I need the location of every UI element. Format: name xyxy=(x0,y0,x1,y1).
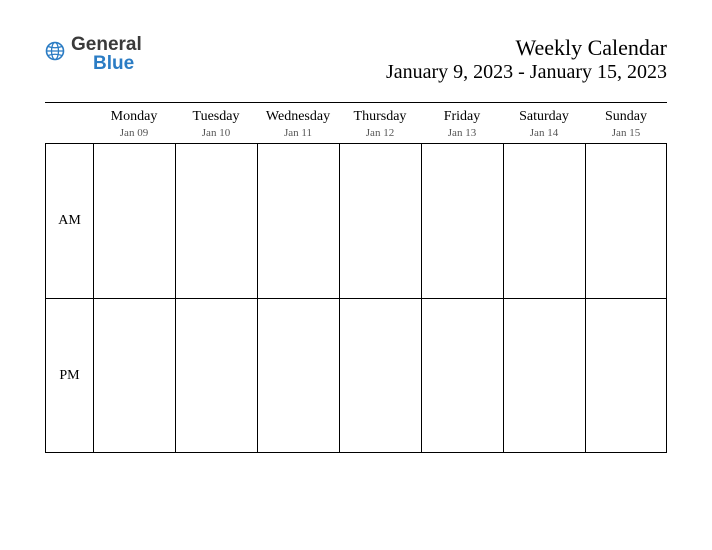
calendar-grid: AM PM xyxy=(45,143,667,453)
logo-blue: Blue xyxy=(71,54,142,73)
logo-text: General Blue xyxy=(71,35,142,73)
period-am: AM xyxy=(45,143,93,298)
day-header: Friday Jan 13 xyxy=(421,109,503,139)
calendar-slot xyxy=(93,143,175,298)
day-date: Jan 11 xyxy=(257,127,339,139)
day-date: Jan 12 xyxy=(339,127,421,139)
calendar-slot xyxy=(257,298,339,453)
globe-icon xyxy=(45,41,65,66)
date-range: January 9, 2023 - January 15, 2023 xyxy=(386,61,667,84)
day-date: Jan 15 xyxy=(585,127,667,139)
calendar-slot xyxy=(339,298,421,453)
day-name: Friday xyxy=(421,109,503,125)
time-column-header xyxy=(45,109,93,139)
day-header: Saturday Jan 14 xyxy=(503,109,585,139)
day-name: Tuesday xyxy=(175,109,257,125)
day-date: Jan 14 xyxy=(503,127,585,139)
day-name: Saturday xyxy=(503,109,585,125)
logo: General Blue xyxy=(45,35,142,73)
calendar-slot xyxy=(503,298,585,453)
day-header: Tuesday Jan 10 xyxy=(175,109,257,139)
day-column xyxy=(339,143,421,453)
day-date: Jan 13 xyxy=(421,127,503,139)
day-name: Thursday xyxy=(339,109,421,125)
day-column xyxy=(175,143,257,453)
day-date: Jan 10 xyxy=(175,127,257,139)
day-header: Wednesday Jan 11 xyxy=(257,109,339,139)
day-header: Monday Jan 09 xyxy=(93,109,175,139)
day-column xyxy=(93,143,175,453)
calendar-slot xyxy=(585,143,667,298)
calendar-slot xyxy=(257,143,339,298)
logo-general: General xyxy=(71,35,142,54)
day-name: Wednesday xyxy=(257,109,339,125)
calendar-slot xyxy=(503,143,585,298)
calendar-slot xyxy=(421,298,503,453)
day-date: Jan 09 xyxy=(93,127,175,139)
title-block: Weekly Calendar January 9, 2023 - Januar… xyxy=(386,35,667,84)
calendar-slot xyxy=(339,143,421,298)
day-column xyxy=(421,143,503,453)
day-name: Monday xyxy=(93,109,175,125)
header: General Blue Weekly Calendar January 9, … xyxy=(45,35,667,84)
calendar: Monday Jan 09 Tuesday Jan 10 Wednesday J… xyxy=(45,102,667,453)
day-header: Thursday Jan 12 xyxy=(339,109,421,139)
day-column xyxy=(503,143,585,453)
page-title: Weekly Calendar xyxy=(386,35,667,61)
period-pm: PM xyxy=(45,298,93,453)
day-column xyxy=(585,143,667,453)
calendar-slot xyxy=(175,143,257,298)
day-headers: Monday Jan 09 Tuesday Jan 10 Wednesday J… xyxy=(45,103,667,143)
day-name: Sunday xyxy=(585,109,667,125)
calendar-slot xyxy=(585,298,667,453)
day-grid xyxy=(93,143,667,453)
calendar-slot xyxy=(175,298,257,453)
day-header: Sunday Jan 15 xyxy=(585,109,667,139)
calendar-slot xyxy=(421,143,503,298)
time-labels: AM PM xyxy=(45,143,93,453)
day-column xyxy=(257,143,339,453)
calendar-slot xyxy=(93,298,175,453)
